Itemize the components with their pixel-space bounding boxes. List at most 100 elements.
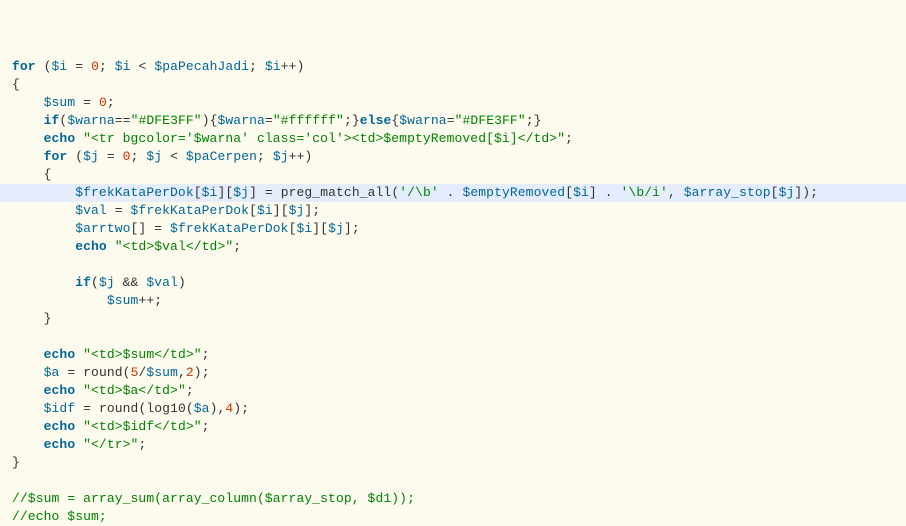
token-punc: } bbox=[44, 311, 52, 326]
code-line[interactable]: echo "<td>$idf</td>"; bbox=[12, 418, 906, 436]
token-var: $paCerpen bbox=[186, 149, 257, 164]
code-line[interactable]: { bbox=[12, 76, 906, 94]
token-punc: ]); bbox=[794, 185, 818, 200]
token-fn: round bbox=[99, 401, 139, 416]
code-line[interactable]: echo "<tr bgcolor='$warna' class='col'><… bbox=[12, 130, 906, 148]
code-line[interactable]: } bbox=[12, 310, 906, 328]
token-punc bbox=[75, 383, 83, 398]
token-punc: ; bbox=[233, 239, 241, 254]
token-var: $j bbox=[289, 203, 305, 218]
indent bbox=[12, 437, 44, 452]
token-str: "</tr>" bbox=[83, 437, 138, 452]
token-str: "<tr bgcolor='$warna' class='col'><td>$e… bbox=[83, 131, 565, 146]
code-line[interactable]: if($j && $val) bbox=[12, 274, 906, 292]
indent bbox=[12, 401, 44, 416]
code-line[interactable]: echo "<td>$val</td>"; bbox=[12, 238, 906, 256]
token-punc bbox=[75, 437, 83, 452]
code-line[interactable]: } bbox=[12, 454, 906, 472]
token-var: $arrtwo bbox=[75, 221, 130, 236]
token-str: "<td>$idf</td>" bbox=[83, 419, 202, 434]
token-punc: ; bbox=[202, 419, 210, 434]
token-var: $j bbox=[779, 185, 795, 200]
token-str: "#DFE3FF" bbox=[131, 113, 202, 128]
token-var: $frekKataPerDok bbox=[170, 221, 289, 236]
indent bbox=[12, 419, 44, 434]
token-punc: . bbox=[439, 185, 463, 200]
token-str: '\b/i' bbox=[621, 185, 668, 200]
token-punc: < bbox=[162, 149, 186, 164]
code-line[interactable]: $a = round(5/$sum,2); bbox=[12, 364, 906, 382]
token-var: $i bbox=[115, 59, 131, 74]
code-line[interactable]: echo "<td>$sum</td>"; bbox=[12, 346, 906, 364]
code-line[interactable]: $sum++; bbox=[12, 292, 906, 310]
token-var: $val bbox=[75, 203, 107, 218]
code-line[interactable] bbox=[12, 472, 906, 490]
token-punc: [ bbox=[771, 185, 779, 200]
code-line[interactable]: echo "</tr>"; bbox=[12, 436, 906, 454]
token-punc: [ bbox=[194, 185, 202, 200]
code-content[interactable]: for ($i = 0; $i < $paPecahJadi; $i++){ $… bbox=[12, 58, 906, 526]
code-line[interactable] bbox=[12, 328, 906, 346]
code-editor[interactable]: for ($i = 0; $i < $paPecahJadi; $i++){ $… bbox=[0, 0, 906, 526]
indent bbox=[12, 131, 44, 146]
token-punc: ; bbox=[138, 437, 146, 452]
indent bbox=[12, 185, 75, 200]
token-punc: } bbox=[12, 455, 20, 470]
token-var: $i bbox=[265, 59, 281, 74]
token-punc: ){ bbox=[202, 113, 218, 128]
indent bbox=[12, 383, 44, 398]
token-str: "#ffffff" bbox=[273, 113, 344, 128]
token-kw: echo bbox=[44, 383, 76, 398]
token-var: $emptyRemoved bbox=[462, 185, 565, 200]
code-line[interactable]: $val = $frekKataPerDok[$i][$j]; bbox=[12, 202, 906, 220]
token-punc: , bbox=[178, 365, 186, 380]
token-punc: = bbox=[265, 113, 273, 128]
token-punc: ++; bbox=[138, 293, 162, 308]
token-str: "<td>$val</td>" bbox=[115, 239, 234, 254]
token-punc: ; bbox=[249, 59, 265, 74]
token-punc: ; bbox=[107, 95, 115, 110]
code-line[interactable]: $frekKataPerDok[$i][$j] = preg_match_all… bbox=[12, 184, 906, 202]
token-str: "<td>$sum</td>" bbox=[83, 347, 202, 362]
token-var: $i bbox=[202, 185, 218, 200]
code-line[interactable]: for ($j = 0; $j < $paCerpen; $j++) bbox=[12, 148, 906, 166]
token-punc: = bbox=[99, 149, 123, 164]
indent bbox=[12, 293, 107, 308]
code-line[interactable]: { bbox=[12, 166, 906, 184]
token-fn: preg_match_all bbox=[281, 185, 392, 200]
token-punc: = bbox=[107, 203, 131, 218]
token-kw: if bbox=[44, 113, 60, 128]
code-line[interactable] bbox=[12, 256, 906, 274]
code-line[interactable]: //$sum = array_sum(array_column($array_s… bbox=[12, 490, 906, 508]
token-var: $j bbox=[233, 185, 249, 200]
code-line[interactable]: if($warna=="#DFE3FF"){$warna="#ffffff";}… bbox=[12, 112, 906, 130]
code-line[interactable]: //echo $sum; bbox=[12, 508, 906, 526]
token-var: $warna bbox=[218, 113, 265, 128]
indent bbox=[12, 95, 44, 110]
code-line[interactable]: $arrtwo[] = $frekKataPerDok[$i][$j]; bbox=[12, 220, 906, 238]
token-punc: ++) bbox=[281, 59, 305, 74]
token-punc: ][ bbox=[217, 185, 233, 200]
token-punc: ]; bbox=[344, 221, 360, 236]
token-punc: ; bbox=[202, 347, 210, 362]
token-num: 0 bbox=[91, 59, 99, 74]
indent bbox=[12, 329, 44, 344]
code-line[interactable]: for ($i = 0; $i < $paPecahJadi; $i++) bbox=[12, 58, 906, 76]
token-kw: echo bbox=[44, 437, 76, 452]
token-punc: ( bbox=[67, 149, 83, 164]
indent bbox=[12, 239, 75, 254]
token-punc: ; bbox=[186, 383, 194, 398]
token-punc: ), bbox=[210, 401, 226, 416]
token-var: $frekKataPerDok bbox=[75, 185, 194, 200]
token-punc: ; bbox=[565, 131, 573, 146]
token-punc: ; bbox=[99, 59, 115, 74]
code-line[interactable]: $idf = round(log10($a),4); bbox=[12, 400, 906, 418]
token-num: 2 bbox=[186, 365, 194, 380]
code-line[interactable]: echo "<td>$a</td>"; bbox=[12, 382, 906, 400]
token-var: $j bbox=[146, 149, 162, 164]
token-str: "<td>$a</td>" bbox=[83, 383, 186, 398]
indent bbox=[12, 365, 44, 380]
code-line[interactable]: $sum = 0; bbox=[12, 94, 906, 112]
token-kw: echo bbox=[44, 347, 76, 362]
token-punc: [ bbox=[249, 203, 257, 218]
